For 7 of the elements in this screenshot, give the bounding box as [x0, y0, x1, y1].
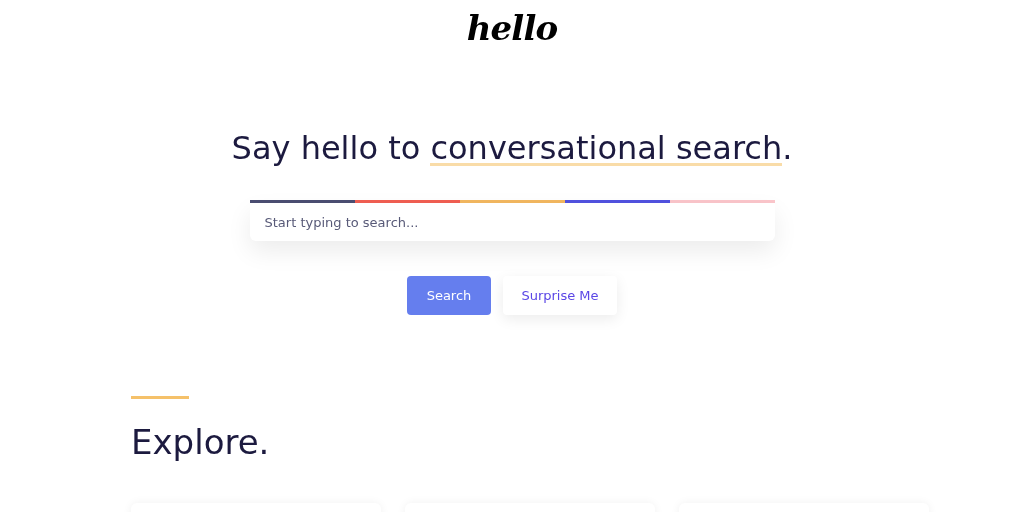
search-field[interactable]: Start typing to search...	[249, 203, 775, 241]
search-button[interactable]: Search	[407, 276, 491, 315]
surprise-button[interactable]: Surprise Me	[503, 276, 617, 315]
accent-bar	[131, 396, 189, 399]
headline: Say hello to conversational search.	[231, 128, 793, 168]
logo: hello	[466, 7, 558, 50]
section-title: Explore.	[131, 421, 271, 463]
